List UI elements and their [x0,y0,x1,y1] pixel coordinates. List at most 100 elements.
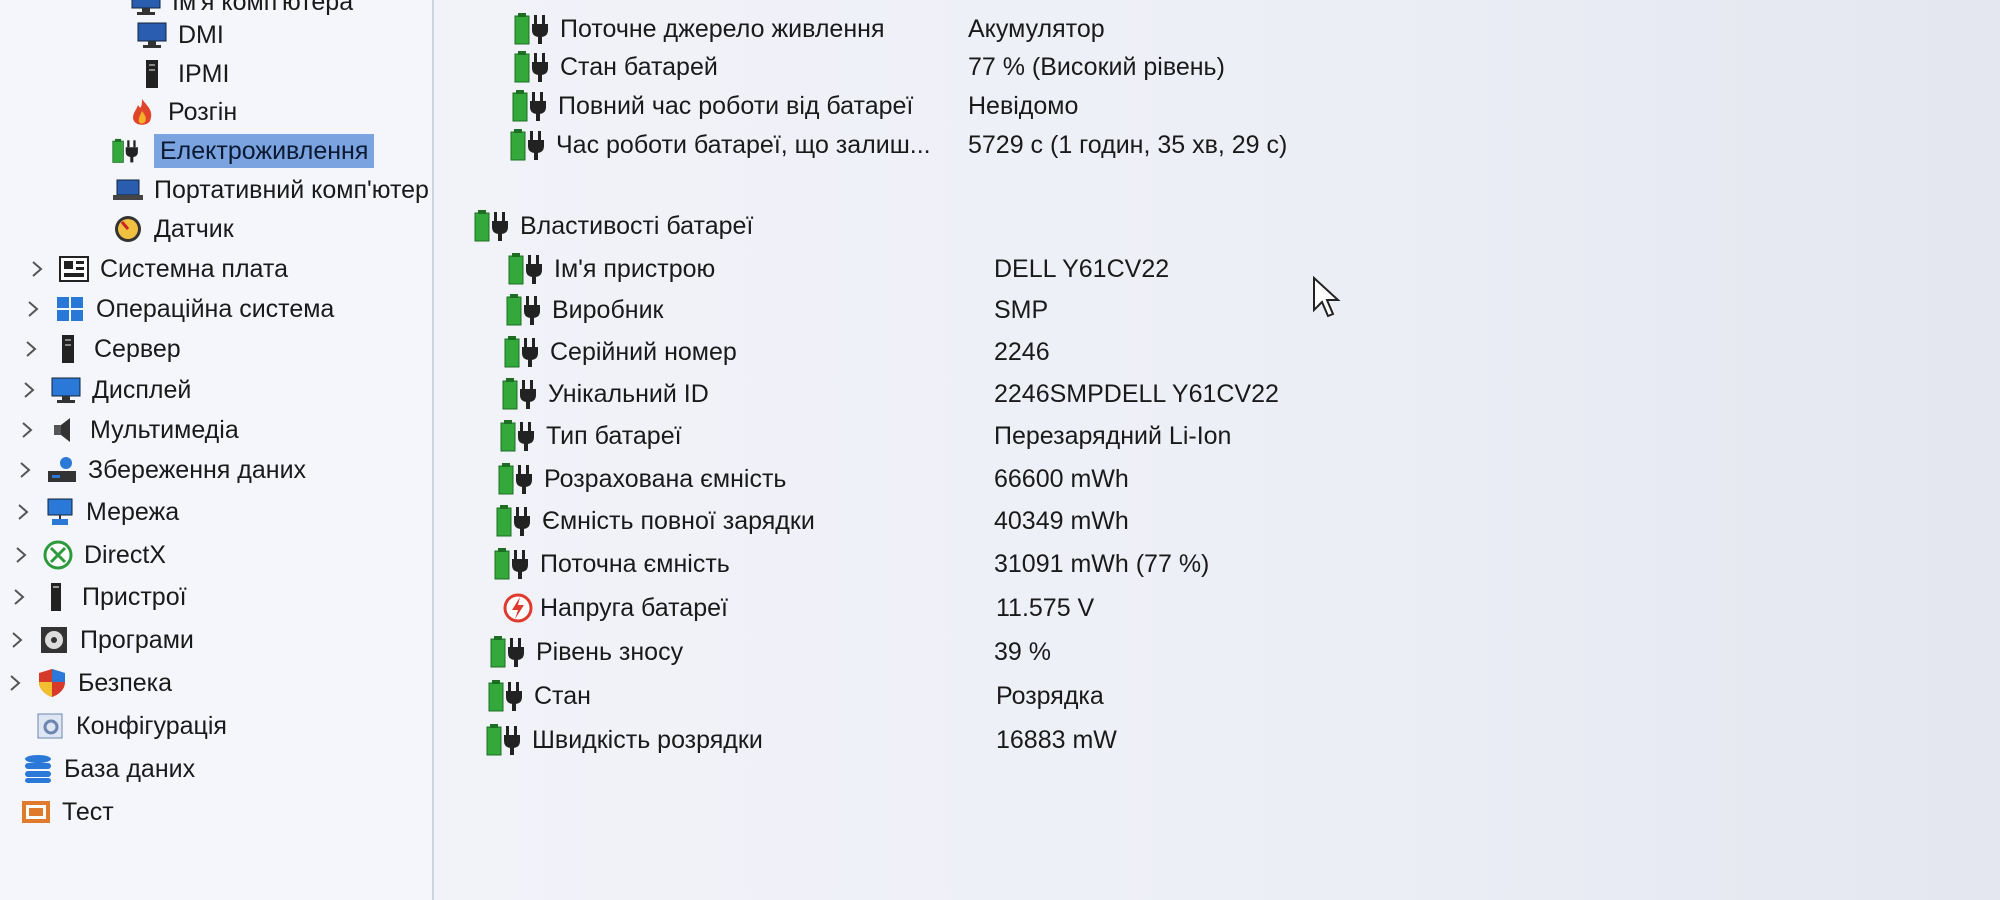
chevron-right-icon[interactable] [10,540,32,570]
tree-item-portable[interactable]: Портативний комп'ютер [112,172,429,208]
property-row[interactable]: Рівень зносу 39 % [490,633,1051,671]
tree-item-motherboard[interactable]: Системна плата [26,251,288,287]
property-row[interactable]: Напруга батареї 11.575 V [500,589,1094,627]
property-value: Розрядка [996,681,1104,710]
chevron-right-icon[interactable] [14,455,36,485]
property-row[interactable]: Ємність повної зарядки 40349 mWh [496,502,1129,540]
tree-item-database[interactable]: База даних [22,751,195,787]
tree-item-label: Дисплей [92,376,192,404]
property-name: Швидкість розрядки [532,725,763,754]
tree-item-programs[interactable]: Програми [6,622,194,658]
battery-plug-icon [490,636,532,668]
tree-item-label: Мультимедіа [90,416,239,444]
tree-item-sensor[interactable]: Датчик [112,211,234,247]
property-name: Напруга батареї [540,593,728,622]
property-value: 5729 с (1 годин, 35 хв, 29 с) [968,130,1288,159]
chevron-right-icon[interactable] [16,415,38,445]
tree-item-label: Портативний комп'ютер [154,176,429,204]
tree-item-config[interactable]: Конфігурація [34,708,227,744]
property-name: Поточна ємність [540,549,730,578]
property-row[interactable]: Тип батареї Перезарядний Li-Ion [500,417,1231,455]
details-panel: Поточне джерело живлення Акумулятор Стан… [434,0,2000,900]
property-value: Невідомо [968,91,1079,120]
tree-item-server[interactable]: Сервер [20,331,181,367]
property-value: SMP [994,295,1049,324]
battery-plug-icon [474,210,516,242]
property-row[interactable]: Поточне джерело живлення Акумулятор [514,10,1105,48]
battery-plug-icon [112,136,144,166]
laptop-icon [113,179,143,200]
tree-item-label: Системна плата [100,255,288,283]
chevron-right-icon[interactable] [26,254,48,284]
chevron-right-icon[interactable] [18,375,40,405]
tree-item-label: Сервер [94,335,181,363]
shield-icon [39,669,65,697]
property-row[interactable]: Серійний номер 2246 [504,333,1050,371]
chevron-right-icon[interactable] [8,582,30,612]
property-row[interactable]: Стан Розрядка [488,677,1104,715]
property-value: 16883 mW [996,725,1117,754]
chevron-right-icon[interactable] [4,668,26,698]
property-row[interactable]: Швидкість розрядки 16883 mW [486,721,1117,759]
tree-item-network[interactable]: Мережа [12,494,179,530]
benchmark-icon [22,801,50,823]
tree-item-power[interactable]: Електроживлення [112,133,375,169]
tree-item-storage[interactable]: Збереження даних [14,452,306,488]
chevron-right-icon[interactable] [20,334,42,364]
property-name: Стан батарей [560,52,718,81]
flame-icon [133,99,152,125]
property-name: Серійний номер [550,337,737,366]
windows-icon [57,297,83,321]
battery-plug-icon [510,129,552,161]
group-label: Властивості батареї [520,211,754,240]
tree-item-os[interactable]: Операційна система [22,291,334,327]
chevron-right-icon[interactable] [12,497,34,527]
mouse-cursor-icon [1313,276,1341,318]
chevron-right-icon[interactable] [22,294,44,324]
property-row[interactable]: Ім'я пристрою DELL Y61CV22 [508,250,1169,288]
chevron-right-icon[interactable] [6,625,28,655]
tree-item-display[interactable]: Дисплей [18,372,191,408]
property-row[interactable]: Стан батарей 77 % (Високий рівень) [514,48,1225,86]
tree-item-ipmi[interactable]: IPMI [136,56,229,92]
server-icon [62,335,74,363]
tree-item-label: Мережа [86,498,180,526]
tree-item-dmi[interactable]: DMI [136,17,224,53]
tree-item-label: Ім'я комп'ютера [172,0,354,16]
tree-item-label: Безпека [78,669,173,697]
property-row[interactable]: Повний час роботи від батареї Невідомо [512,87,1078,125]
tree-item-security[interactable]: Безпека [4,665,172,701]
property-name: Стан [534,681,591,710]
tree-item-label: Електроживлення [154,134,375,168]
property-value: 2246 [994,337,1050,366]
computer-icon [131,0,161,15]
database-icon [25,755,51,783]
tree-item-multimedia[interactable]: Мультимедіа [16,412,239,448]
property-row[interactable]: Унікальний ID 2246SMPDELL Y61CV22 [502,375,1279,413]
battery-properties-group[interactable]: Властивості батареї [474,207,753,245]
property-row[interactable]: Виробник SMP [506,291,1048,329]
property-name: Рівень зносу [536,637,684,666]
tree-item-devices[interactable]: Пристрої [8,579,187,615]
navigation-tree[interactable]: Ім'я комп'ютера DMI IPMI Розгін Електрож… [0,0,434,900]
property-name: Унікальний ID [548,379,709,408]
property-row[interactable]: Час роботи батареї, що залиш... 5729 с (… [510,126,1287,164]
property-name: Розрахована ємність [544,464,787,493]
property-row[interactable]: Розрахована ємність 66600 mWh [498,460,1129,498]
property-value: Акумулятор [968,14,1105,43]
property-value: DELL Y61CV22 [994,254,1170,283]
property-value: Перезарядний Li-Ion [994,421,1232,450]
tree-item-label: Тест [62,798,114,826]
tree-item-benchmark[interactable]: Тест [20,794,114,830]
tree-item-overclock[interactable]: Розгін [126,94,237,130]
xbox-icon [43,540,73,570]
tree-item-label: Програми [80,626,194,654]
motherboard-icon [59,256,89,282]
property-row[interactable]: Поточна ємність 31091 mWh (77 %) [494,545,1209,583]
battery-plug-icon [496,505,538,537]
property-name: Ємність повної зарядки [542,506,815,535]
property-value: 77 % (Високий рівень) [968,52,1225,81]
tree-item-label: Операційна система [96,295,335,323]
tree-item-directx[interactable]: DirectX [10,537,166,573]
battery-plug-icon [504,336,546,368]
